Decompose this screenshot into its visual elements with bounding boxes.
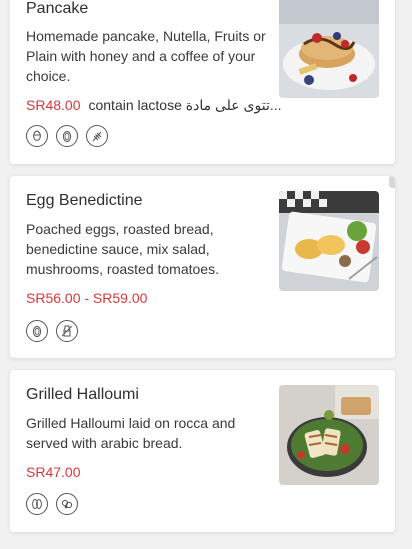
nut-icon [26,125,48,147]
price-row: SR48.00 contain lactose تتوى على مادة... [26,97,282,114]
item-price: SR48.00 [26,97,81,113]
milk-icon [56,320,78,342]
scroll-edge [389,176,395,188]
item-photo [279,0,379,98]
item-title: Egg Benedictine [26,192,143,209]
soy-icon [26,493,48,515]
menu-item-card[interactable]: Egg Benedictine Poached eggs, roasted br… [10,176,395,358]
allergen-icons [26,125,108,147]
item-title: Pancake [26,0,89,17]
item-description: Homemade pancake, Nutella, Fruits or Pla… [26,28,266,84]
allergen-icons [26,493,78,515]
price-row: SR56.00 - SR59.00 [26,290,147,306]
egg-icon [26,320,48,342]
wheat-icon [86,125,108,147]
item-price: SR56.00 - SR59.00 [26,290,148,306]
allergen-note: contain lactose تتوى على مادة... [88,97,282,113]
item-title: Grilled Halloumi [26,386,139,403]
price-row: SR47.00 [26,464,80,480]
mixed-allergen-icon [56,493,78,515]
item-description: Grilled Halloumi laid on rocca and serve… [26,415,236,451]
egg-icon [56,125,78,147]
item-photo [279,191,379,291]
allergen-icons [26,320,78,342]
item-price: SR47.00 [26,464,81,480]
menu-item-card[interactable]: Grilled Halloumi Grilled Halloumi laid o… [10,370,395,532]
menu-item-card[interactable]: Pancake Homemade pancake, Nutella, Fruit… [10,0,395,164]
item-description: Poached eggs, roasted bread, benedictine… [26,221,219,277]
item-photo [279,385,379,485]
